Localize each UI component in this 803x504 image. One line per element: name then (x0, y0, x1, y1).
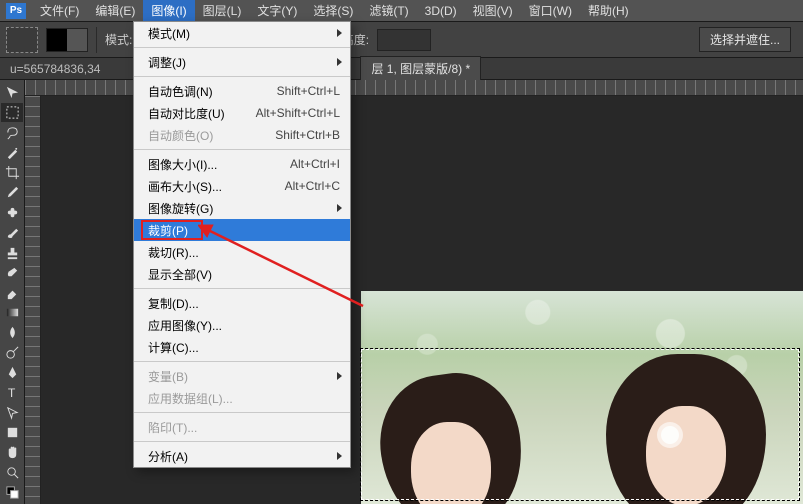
menu-image[interactable]: 图像(I) (143, 0, 194, 22)
menu-item[interactable]: 裁剪(P) (134, 219, 350, 241)
mode-label: 模式: (105, 31, 132, 48)
menu-edit[interactable]: 编辑(E) (87, 0, 143, 22)
menu-item[interactable]: 图像旋转(G) (134, 197, 350, 219)
menu-item: 自动颜色(O) Shift+Ctrl+B (134, 124, 350, 146)
menu-item[interactable]: 显示全部(V) (134, 263, 350, 285)
gradient-tool[interactable] (1, 303, 23, 322)
menu-item[interactable]: 模式(M) (134, 22, 350, 44)
menu-help[interactable]: 帮助(H) (580, 0, 637, 22)
menu-item-shortcut: Alt+Shift+Ctrl+L (256, 106, 340, 120)
toolbox: T (0, 80, 25, 504)
blur-tool[interactable] (1, 323, 23, 342)
photo-subject-left (381, 374, 521, 504)
dodge-tool[interactable] (1, 343, 23, 362)
menu-select[interactable]: 选择(S) (305, 0, 361, 22)
menu-item-shortcut: Shift+Ctrl+B (275, 128, 340, 142)
brush-tool[interactable] (1, 223, 23, 242)
menu-file[interactable]: 文件(F) (32, 0, 87, 22)
menu-bar: Ps 文件(F) 编辑(E) 图像(I) 图层(L) 文字(Y) 选择(S) 滤… (0, 0, 803, 22)
coord-readout: u=565784836,34 (10, 62, 100, 76)
menu-item[interactable]: 裁切(R)... (134, 241, 350, 263)
crop-tool[interactable] (1, 163, 23, 182)
menu-3d[interactable]: 3D(D) (417, 1, 465, 21)
submenu-arrow-icon (337, 58, 342, 66)
wand-tool[interactable] (1, 143, 23, 162)
menu-layer[interactable]: 图层(L) (195, 0, 250, 22)
menu-item-label: 应用图像(Y)... (148, 317, 222, 334)
document-tab-bar: u=565784836,34 层 1, 图层蒙版/8) * (0, 58, 803, 80)
height-input[interactable] (377, 29, 431, 51)
menu-item-label: 计算(C)... (148, 339, 199, 356)
menu-item[interactable]: 分析(A) (134, 445, 350, 467)
fg-bg-color-tool[interactable] (1, 483, 23, 502)
menu-item[interactable]: 自动对比度(U) Alt+Shift+Ctrl+L (134, 102, 350, 124)
menu-window[interactable]: 窗口(W) (521, 0, 580, 22)
menu-item-label: 分析(A) (148, 448, 188, 465)
hand-tool[interactable] (1, 443, 23, 462)
menu-view[interactable]: 视图(V) (465, 0, 521, 22)
options-bar: 模式: 正常 宽度: ⇄ 高度: 选择并遮住... (0, 22, 803, 58)
lasso-tool[interactable] (1, 123, 23, 142)
svg-text:T: T (7, 386, 15, 400)
menu-item: 陷印(T)... (134, 416, 350, 438)
submenu-arrow-icon (337, 452, 342, 460)
menu-item[interactable]: 自动色调(N) Shift+Ctrl+L (134, 80, 350, 102)
menu-item[interactable]: 画布大小(S)... Alt+Ctrl+C (134, 175, 350, 197)
menu-item[interactable]: 图像大小(I)... Alt+Ctrl+I (134, 153, 350, 175)
menu-item-label: 复制(D)... (148, 295, 199, 312)
menu-item: 变量(B) (134, 365, 350, 387)
select-and-mask-button[interactable]: 选择并遮住... (699, 27, 791, 52)
submenu-arrow-icon (337, 372, 342, 380)
menu-item-label: 应用数据组(L)... (148, 390, 233, 407)
submenu-arrow-icon (337, 29, 342, 37)
fg-bg-swatch[interactable] (46, 28, 88, 52)
menu-filter[interactable]: 滤镜(T) (361, 0, 416, 22)
menu-item-label: 画布大小(S)... (148, 178, 222, 195)
history-brush-tool[interactable] (1, 263, 23, 282)
submenu-arrow-icon (337, 204, 342, 212)
photo-subject-right (606, 354, 766, 504)
menu-item[interactable]: 调整(J) (134, 51, 350, 73)
menu-item-label: 自动颜色(O) (148, 127, 213, 144)
menu-item-label: 显示全部(V) (148, 266, 212, 283)
menu-item: 应用数据组(L)... (134, 387, 350, 409)
pen-tool[interactable] (1, 363, 23, 382)
menu-type[interactable]: 文字(Y) (249, 0, 305, 22)
menu-item[interactable]: 应用图像(Y)... (134, 314, 350, 336)
move-tool[interactable] (1, 83, 23, 102)
menu-item-label: 裁切(R)... (148, 244, 199, 261)
menu-item-label: 模式(M) (148, 25, 190, 42)
heal-tool[interactable] (1, 203, 23, 222)
menu-item-label: 图像大小(I)... (148, 156, 217, 173)
stamp-tool[interactable] (1, 243, 23, 262)
menu-item-label: 陷印(T)... (148, 419, 197, 436)
menu-item-label: 自动色调(N) (148, 83, 213, 100)
path-select-tool[interactable] (1, 403, 23, 422)
menu-item-label: 自动对比度(U) (148, 105, 225, 122)
menu-item-label: 变量(B) (148, 368, 188, 385)
marquee-tool[interactable] (1, 103, 23, 122)
menu-item-shortcut: Alt+Ctrl+C (285, 179, 340, 193)
photo-flower (661, 426, 679, 444)
menu-item[interactable]: 计算(C)... (134, 336, 350, 358)
menu-item-label: 裁剪(P) (148, 222, 188, 239)
ruler-vertical[interactable] (25, 96, 41, 504)
document-image (361, 291, 803, 504)
menu-item-label: 调整(J) (148, 54, 186, 71)
menu-item-shortcut: Shift+Ctrl+L (277, 84, 340, 98)
image-menu-dropdown: 模式(M) 调整(J) 自动色调(N) Shift+Ctrl+L 自动对比度(U) Alt… (133, 21, 351, 468)
eyedropper-tool[interactable] (1, 183, 23, 202)
menu-item-label: 图像旋转(G) (148, 200, 213, 217)
type-tool[interactable]: T (1, 383, 23, 402)
app-logo: Ps (6, 3, 26, 19)
eraser-tool[interactable] (1, 283, 23, 302)
menu-item-shortcut: Alt+Ctrl+I (290, 157, 340, 171)
active-tool-preview[interactable] (6, 27, 38, 53)
menu-item[interactable]: 复制(D)... (134, 292, 350, 314)
document-tab[interactable]: 层 1, 图层蒙版/8) * (360, 56, 481, 81)
shape-tool[interactable] (1, 423, 23, 442)
zoom-tool[interactable] (1, 463, 23, 482)
